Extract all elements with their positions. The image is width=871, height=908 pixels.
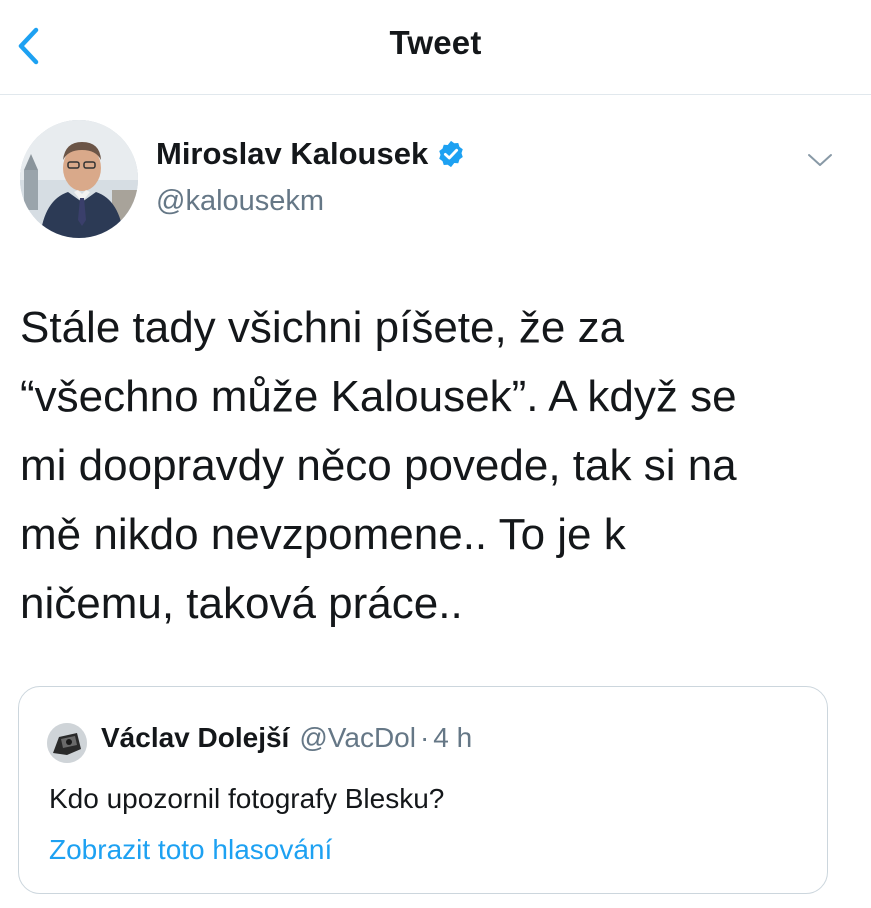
quoted-timestamp: 4 h: [433, 722, 473, 753]
show-poll-link[interactable]: Zobrazit toto hlasování: [49, 834, 332, 866]
quoted-tweet-text: Kdo upozornil fotografy Blesku?: [49, 783, 445, 814]
quoted-profile-photo: [47, 723, 87, 763]
quoted-avatar[interactable]: [47, 723, 87, 763]
top-bar: Tweet: [0, 0, 871, 95]
tweet-text-line: Stále tady všichni píšete, že za: [20, 303, 625, 352]
tweet-text-line: ničemu, taková práce..: [20, 579, 463, 628]
avatar[interactable]: [20, 120, 138, 238]
page-title: Tweet: [389, 24, 482, 61]
quoted-separator: ·: [419, 722, 430, 753]
verified-badge-icon: [439, 140, 463, 168]
quoted-header: Václav Dolejší @VacDol · 4 h: [101, 722, 472, 754]
profile-photo: [20, 120, 138, 238]
tweet-text-line: mi doopravdy něco povede, tak si na: [20, 441, 737, 490]
author-name-row[interactable]: Miroslav Kalousek: [156, 136, 466, 172]
chevron-down-icon: [808, 154, 832, 166]
author-display-name[interactable]: Miroslav Kalousek: [156, 136, 428, 172]
tweet-text-line: “všechno může Kalousek”. A když se: [20, 372, 737, 421]
tweet-options-button[interactable]: [800, 140, 840, 180]
author-handle[interactable]: @kalousekm: [156, 185, 324, 218]
tweet-text-line: mě nikdo nevzpomene.. To je k: [20, 510, 626, 559]
quoted-handle: @VacDol: [299, 722, 416, 753]
tweet-text: Stále tady všichni píšete, že za “všechn…: [20, 293, 850, 638]
quoted-tweet-card[interactable]: Václav Dolejší @VacDol · 4 h Kdo upozorn…: [18, 686, 828, 894]
quoted-display-name: Václav Dolejší: [101, 722, 290, 753]
